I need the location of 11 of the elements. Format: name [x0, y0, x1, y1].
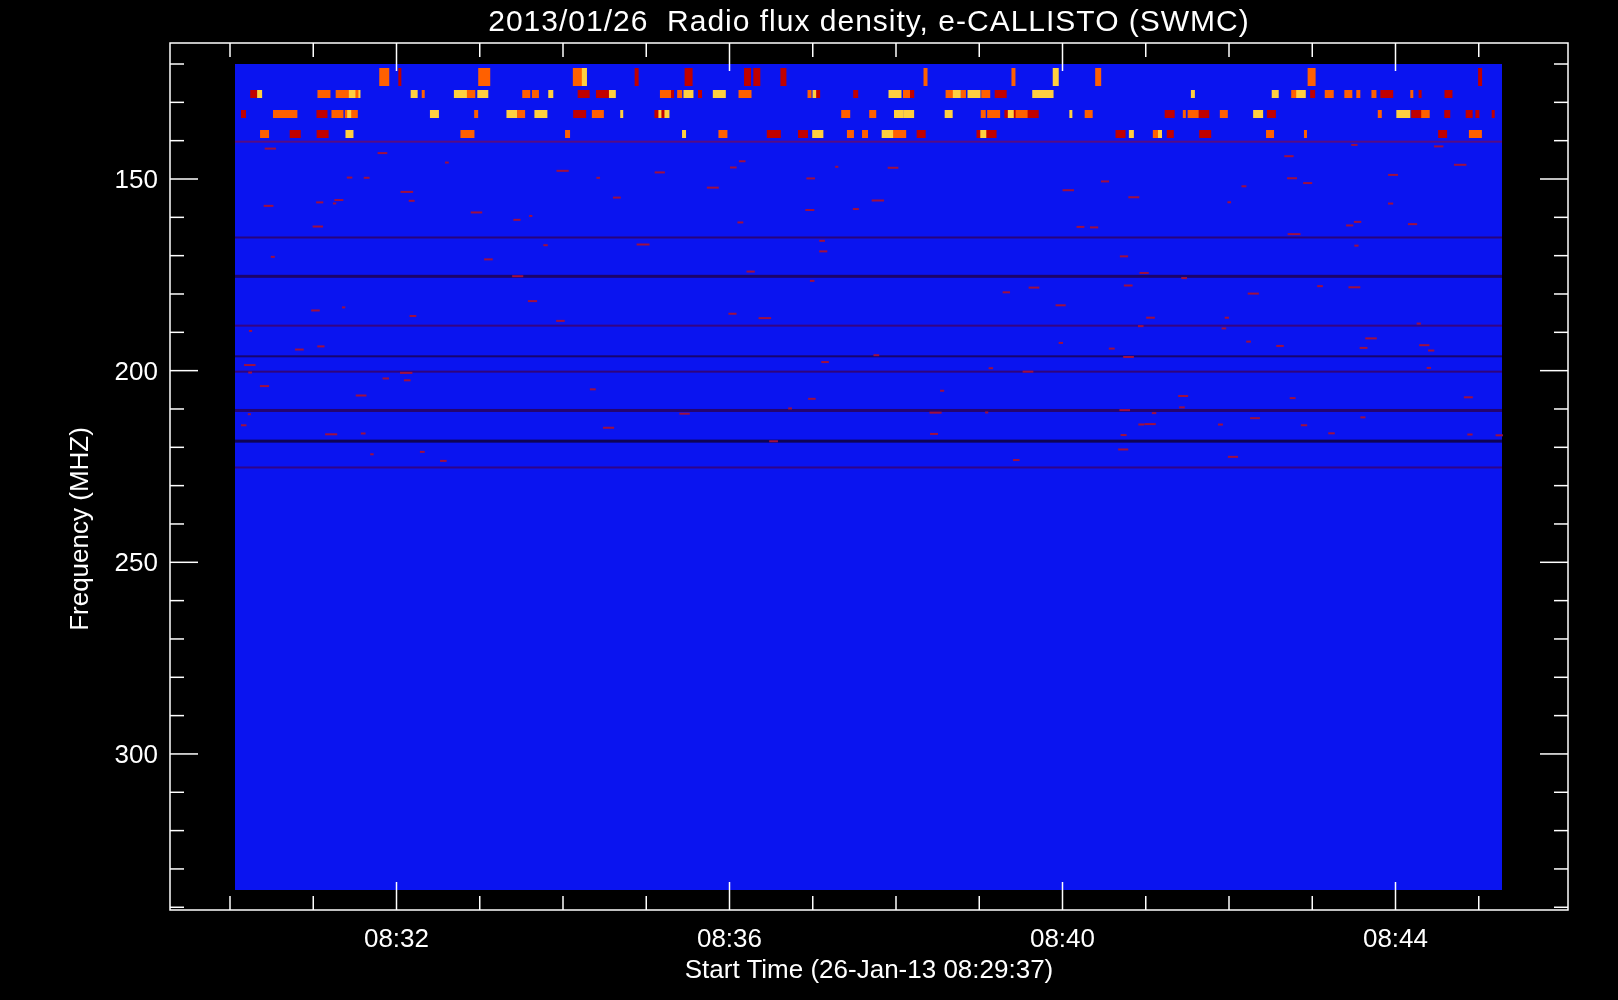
x-axis-label: Start Time (26-Jan-13 08:29:37)	[684, 954, 1054, 985]
x-tick-label: 08:40	[1029, 923, 1096, 953]
x-tick-label: 08:44	[1362, 923, 1429, 953]
plot-title: 2013/01/26 Radio flux density, e-CALLISTO (SWMC)	[488, 4, 1250, 38]
x-tick-label: 08:32	[363, 923, 430, 953]
y-tick-label: 200	[114, 355, 158, 386]
y-axis-label: Frequency (MHZ)	[64, 427, 94, 631]
x-tick-label: 08:36	[696, 923, 763, 953]
y-tick-label: 250	[114, 547, 158, 578]
y-tick-label: 150	[114, 164, 158, 194]
y-tick-label: 300	[114, 738, 158, 769]
